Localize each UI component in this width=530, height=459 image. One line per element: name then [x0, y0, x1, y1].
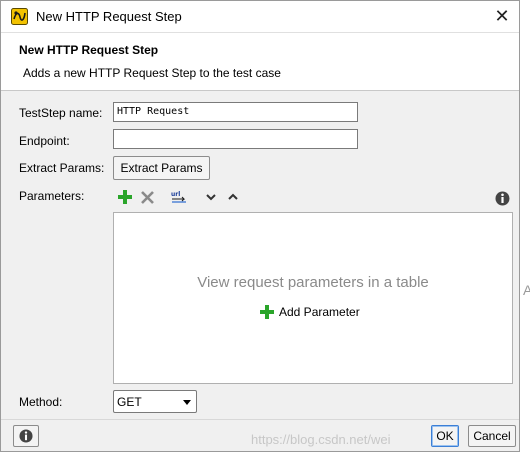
endpoint-label: Endpoint: [19, 134, 70, 148]
background-edge-glyph: A [523, 282, 530, 298]
endpoint-input[interactable] [113, 129, 358, 149]
parameters-label: Parameters: [19, 189, 85, 203]
dropdown-arrow-icon [183, 400, 191, 405]
ok-button[interactable]: OK [431, 425, 459, 447]
url-encode-icon[interactable]: url [169, 187, 189, 207]
help-button[interactable] [13, 425, 39, 447]
add-parameter-icon [260, 305, 274, 319]
cancel-button[interactable]: Cancel [468, 425, 516, 447]
title-bar: New HTTP Request Step ✕ [1, 1, 519, 32]
add-icon[interactable] [116, 187, 134, 207]
parameters-table[interactable]: View request parameters in a table Add P… [113, 212, 513, 384]
method-select[interactable]: GET [113, 390, 197, 413]
watermark-text: https://blog.csdn.net/wei [251, 432, 391, 447]
close-button[interactable]: ✕ [489, 3, 515, 29]
svg-text:url: url [171, 191, 180, 198]
remove-icon[interactable] [138, 187, 156, 207]
empty-parameters-message: View request parameters in a table [197, 274, 429, 291]
header-title: New HTTP Request Step [19, 43, 159, 57]
window-title: New HTTP Request Step [36, 9, 182, 24]
method-label: Method: [19, 395, 63, 409]
info-icon[interactable] [493, 188, 511, 208]
dialog-header: New HTTP Request Step Adds a new HTTP Re… [1, 32, 519, 91]
info-icon [19, 429, 33, 443]
teststep-name-input[interactable]: HTTP Request [113, 102, 358, 122]
extract-params-label: Extract Params: [19, 161, 105, 175]
new-http-request-step-dialog: New HTTP Request Step ✕ New HTTP Request… [0, 0, 520, 452]
soapui-app-icon [11, 8, 28, 25]
add-parameter-link[interactable]: Add Parameter [260, 303, 360, 321]
method-selected-value: GET [117, 395, 142, 409]
close-icon: ✕ [494, 5, 510, 26]
move-down-icon[interactable] [202, 187, 220, 207]
teststep-name-label: TestStep name: [19, 106, 103, 120]
extract-params-button[interactable]: Extract Params [113, 156, 210, 180]
add-parameter-label: Add Parameter [279, 305, 360, 319]
move-up-icon[interactable] [224, 187, 242, 207]
footer-divider [1, 419, 519, 420]
header-description: Adds a new HTTP Request Step to the test… [23, 66, 281, 80]
